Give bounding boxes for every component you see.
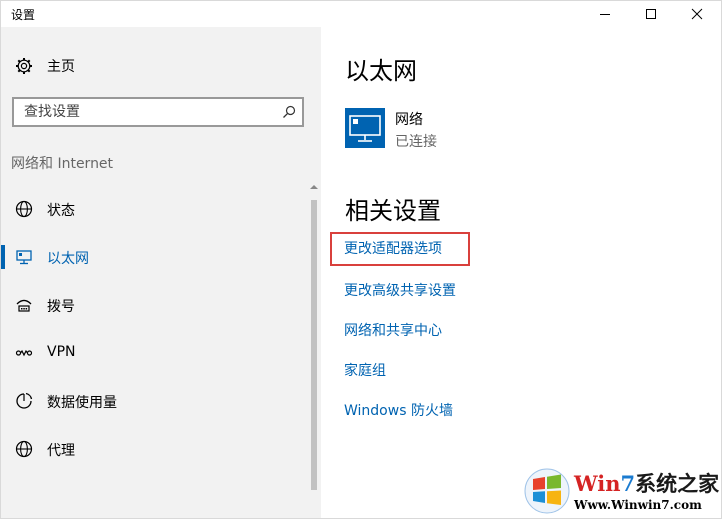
link-network-sharing-center[interactable]: 网络和共享中心 <box>344 320 442 340</box>
link-windows-firewall[interactable]: Windows 防火墙 <box>344 400 453 420</box>
link-change-adapter-options[interactable]: 更改适配器选项 <box>344 238 442 258</box>
sidebar-item-label: 拨号 <box>47 299 75 315</box>
gear-icon <box>14 56 34 76</box>
sidebar-item-ethernet[interactable]: 以太网 <box>1 237 306 277</box>
maximize-button[interactable] <box>628 1 674 27</box>
close-icon <box>691 8 703 20</box>
sidebar-item-data-usage[interactable]: 数据使用量 <box>1 381 306 421</box>
monitor-icon <box>349 115 381 142</box>
watermark: Win7系统之家 Www.Winwin7.com <box>524 466 720 518</box>
main-content: 以太网 网络 已连接 相关设置 更改适配器选项 更改高级共享设置 网络和共享中心… <box>321 27 721 518</box>
sidebar-item-proxy[interactable]: 代理 <box>1 429 306 469</box>
watermark-url: Www.Winwin7.com <box>574 498 702 512</box>
close-button[interactable] <box>674 1 720 27</box>
active-indicator <box>1 245 5 269</box>
watermark-part3: 系统之家 <box>635 471 720 496</box>
network-status: 已连接 <box>395 134 437 150</box>
minimize-icon <box>600 14 610 15</box>
sidebar-item-home[interactable]: 主页 <box>1 54 311 78</box>
sidebar-item-status[interactable]: 状态 <box>1 189 306 229</box>
windows-logo-icon <box>524 468 570 514</box>
search-box[interactable] <box>12 97 304 127</box>
sidebar-item-label: 以太网 <box>47 251 89 267</box>
window-title: 设置 <box>11 8 36 22</box>
maximize-icon <box>646 9 656 19</box>
sidebar-scrollbar[interactable] <box>308 184 320 494</box>
title-bar: 设置 <box>1 1 721 27</box>
link-advanced-sharing[interactable]: 更改高级共享设置 <box>344 280 456 300</box>
search-icon[interactable] <box>282 104 296 123</box>
section-title: 网络和 Internet <box>11 156 114 172</box>
sidebar-item-label: 数据使用量 <box>47 395 117 411</box>
sidebar-item-label: 代理 <box>47 443 75 459</box>
watermark-part1: Win <box>574 471 621 496</box>
vpn-icon <box>14 343 34 363</box>
globe-icon <box>14 439 34 459</box>
dialup-icon <box>14 295 34 315</box>
page-title: 以太网 <box>345 57 417 85</box>
sidebar-item-label: VPN <box>47 344 76 360</box>
scroll-thumb[interactable] <box>311 200 317 490</box>
sidebar-item-label: 状态 <box>47 203 75 219</box>
globe-icon <box>14 199 34 219</box>
minimize-button[interactable] <box>582 1 628 27</box>
watermark-text: Win7系统之家 <box>574 468 719 498</box>
settings-window: 设置 主页 查找设置 网络和 Internet 状态 以太网 拨号 VPN 数据… <box>0 0 722 519</box>
search-input[interactable] <box>24 102 274 122</box>
scroll-up-icon[interactable] <box>310 184 318 190</box>
watermark-part2: 7 <box>620 471 636 496</box>
sidebar-home-label: 主页 <box>47 59 75 75</box>
network-name[interactable]: 网络 <box>395 109 423 129</box>
sidebar-item-dialup[interactable]: 拨号 <box>1 285 306 325</box>
data-usage-icon <box>14 391 34 411</box>
ethernet-icon <box>14 247 34 267</box>
network-tile[interactable] <box>345 108 385 148</box>
sidebar-item-vpn[interactable]: VPN <box>1 333 306 373</box>
link-homegroup[interactable]: 家庭组 <box>344 360 386 380</box>
related-settings-heading: 相关设置 <box>345 197 441 225</box>
